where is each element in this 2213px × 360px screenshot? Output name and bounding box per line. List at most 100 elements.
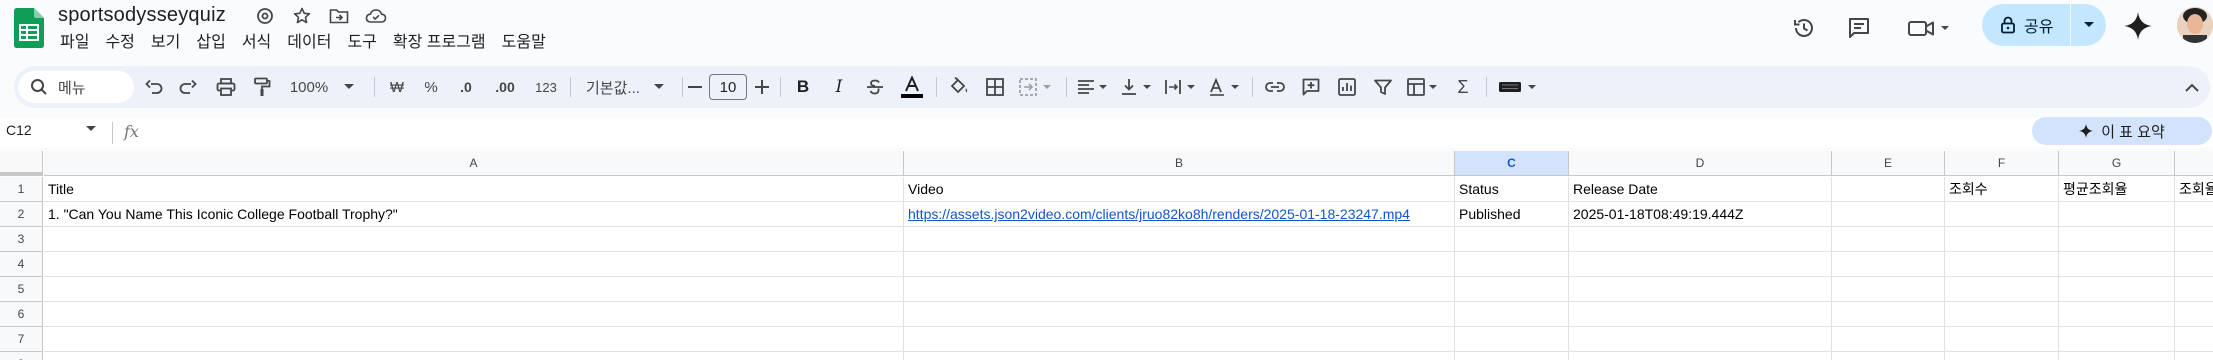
insert-link-icon[interactable]	[1260, 66, 1290, 108]
insert-comment-icon[interactable]	[1296, 66, 1326, 108]
collapse-menus-icon[interactable]	[2174, 66, 2210, 108]
font-size-input[interactable]: 10	[709, 74, 747, 100]
cell-c2[interactable]: Published	[1455, 202, 1569, 227]
cell-a6[interactable]	[44, 302, 904, 327]
zoom-select[interactable]: 100%	[282, 66, 362, 108]
cell-b4[interactable]	[904, 252, 1455, 277]
cell-b2[interactable]: https://assets.json2video.com/clients/jr…	[904, 202, 1455, 227]
cell-g8[interactable]	[2059, 352, 2175, 360]
cell-e8[interactable]	[1832, 352, 1945, 360]
cell-a5[interactable]	[44, 277, 904, 302]
cell-c8[interactable]	[1455, 352, 1569, 360]
cell-h2[interactable]	[2175, 202, 2213, 227]
cell-g5[interactable]	[2059, 277, 2175, 302]
currency-format-button[interactable]: ₩	[383, 66, 411, 108]
menu-view[interactable]: 보기	[143, 32, 188, 54]
cell-g3[interactable]	[2059, 227, 2175, 252]
cell-d5[interactable]	[1569, 277, 1832, 302]
cell-d4[interactable]	[1569, 252, 1832, 277]
cell-h4[interactable]	[2175, 252, 2213, 277]
cell-d1[interactable]: Release Date	[1569, 177, 1832, 202]
document-title[interactable]: sportsodysseyquiz	[58, 4, 226, 27]
row-header-3[interactable]: 3	[0, 227, 43, 252]
cell-e6[interactable]	[1832, 302, 1945, 327]
cell-b6[interactable]	[904, 302, 1455, 327]
borders-icon[interactable]	[980, 66, 1010, 108]
insert-chart-icon[interactable]	[1332, 66, 1362, 108]
text-wrapping-icon[interactable]	[1162, 66, 1200, 108]
cell-f8[interactable]	[1945, 352, 2059, 360]
meet-call-button[interactable]	[1904, 10, 1956, 46]
gemini-sparkle-icon[interactable]	[2122, 10, 2154, 42]
cell-h6[interactable]	[2175, 302, 2213, 327]
cell-d8[interactable]	[1569, 352, 1832, 360]
version-history-icon[interactable]	[1786, 10, 1822, 46]
filter-icon[interactable]	[1368, 66, 1398, 108]
cell-b3[interactable]	[904, 227, 1455, 252]
cell-e3[interactable]	[1832, 227, 1945, 252]
column-header-b[interactable]: B	[904, 151, 1455, 176]
cell-h7[interactable]	[2175, 327, 2213, 352]
cell-e2[interactable]	[1832, 202, 1945, 227]
row-header-6[interactable]: 6	[0, 302, 43, 327]
row-header-1[interactable]: 1	[0, 177, 43, 202]
cell-a7[interactable]	[44, 327, 904, 352]
horizontal-align-icon[interactable]	[1074, 66, 1112, 108]
cell-g4[interactable]	[2059, 252, 2175, 277]
cell-h5[interactable]	[2175, 277, 2213, 302]
cell-b1[interactable]: Video	[904, 177, 1455, 202]
cell-g1[interactable]: 평균조회율	[2059, 177, 2175, 202]
percent-format-button[interactable]: %	[417, 66, 445, 108]
cell-d7[interactable]	[1569, 327, 1832, 352]
italic-icon[interactable]: I	[824, 66, 854, 108]
merge-cells-icon[interactable]	[1016, 66, 1058, 108]
increase-decimal-button[interactable]: .00	[487, 66, 523, 108]
user-avatar[interactable]	[2177, 7, 2213, 43]
share-dropdown-icon[interactable]	[2071, 4, 2106, 46]
cell-g7[interactable]	[2059, 327, 2175, 352]
cell-h3[interactable]	[2175, 227, 2213, 252]
name-box[interactable]: C12	[6, 122, 32, 138]
vertical-align-icon[interactable]	[1118, 66, 1156, 108]
paint-format-icon[interactable]	[246, 66, 278, 108]
cell-e5[interactable]	[1832, 277, 1945, 302]
bold-icon[interactable]: B	[788, 66, 818, 108]
row-header-7[interactable]: 7	[0, 327, 43, 352]
cell-c4[interactable]	[1455, 252, 1569, 277]
cell-e7[interactable]	[1832, 327, 1945, 352]
increase-font-size-icon[interactable]	[750, 66, 774, 108]
input-tools-icon[interactable]	[1494, 66, 1544, 108]
column-header-a[interactable]: A	[44, 151, 904, 176]
cell-b7[interactable]	[904, 327, 1455, 352]
menu-extensions[interactable]: 확장 프로그램	[385, 32, 494, 54]
row-header-8[interactable]: 8	[0, 352, 43, 360]
font-family-select[interactable]: 기본값...	[578, 66, 676, 108]
sheets-logo-icon[interactable]	[14, 8, 44, 48]
decrease-decimal-button[interactable]: .0	[451, 66, 481, 108]
cell-c7[interactable]	[1455, 327, 1569, 352]
cell-f5[interactable]	[1945, 277, 2059, 302]
cell-g6[interactable]	[2059, 302, 2175, 327]
cell-d6[interactable]	[1569, 302, 1832, 327]
cell-c6[interactable]	[1455, 302, 1569, 327]
menu-search[interactable]: 메뉴	[18, 71, 134, 103]
select-all-corner[interactable]	[0, 151, 43, 176]
cell-a4[interactable]	[44, 252, 904, 277]
cell-f2[interactable]	[1945, 202, 2059, 227]
menu-help[interactable]: 도움말	[494, 32, 554, 54]
cell-f7[interactable]	[1945, 327, 2059, 352]
cell-h8[interactable]	[2175, 352, 2213, 360]
print-icon[interactable]	[210, 66, 242, 108]
column-header-d[interactable]: D	[1569, 151, 1832, 176]
text-color-icon[interactable]	[896, 66, 928, 108]
comments-icon[interactable]	[1841, 10, 1877, 46]
cell-g2[interactable]	[2059, 202, 2175, 227]
cell-a8[interactable]	[44, 352, 904, 360]
cell-b5[interactable]	[904, 277, 1455, 302]
summarize-table-button[interactable]: 이 표 요약	[2032, 117, 2212, 145]
text-rotation-icon[interactable]	[1206, 66, 1244, 108]
row-header-2[interactable]: 2	[0, 202, 43, 227]
menu-file[interactable]: 파일	[58, 32, 97, 54]
cell-h1[interactable]: 조회율	[2175, 177, 2213, 202]
star-icon[interactable]	[291, 5, 313, 27]
